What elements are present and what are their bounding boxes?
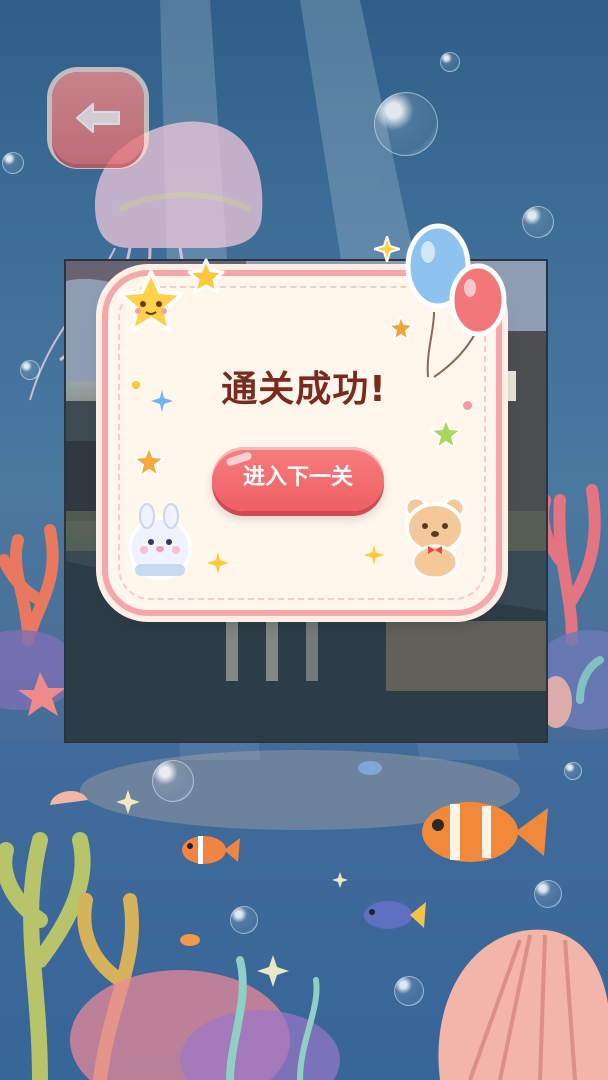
bubble [394, 976, 424, 1006]
star-icon [430, 418, 462, 450]
bubble [534, 880, 562, 908]
balloon-icon [405, 223, 507, 378]
bunny-sticker-icon [128, 503, 192, 580]
back-button[interactable] [52, 72, 144, 164]
bubble [2, 152, 24, 174]
bubble [230, 906, 258, 934]
dialog-title: 通关成功! [221, 369, 387, 410]
sparkle-icon [207, 552, 229, 574]
star-icon [187, 258, 225, 294]
star-icon [118, 270, 184, 333]
bubble [564, 762, 582, 780]
sparkle-icon [374, 236, 400, 262]
sparkle-icon [364, 545, 384, 565]
star-icon [133, 446, 165, 478]
bubble [152, 760, 194, 802]
next-level-button[interactable]: 进入下一关 [212, 447, 384, 511]
arrow-left-icon [76, 103, 120, 133]
bubble [374, 92, 438, 156]
bear-sticker-icon [404, 496, 466, 578]
bubble [440, 52, 460, 72]
next-level-label: 进入下一关 [242, 465, 353, 490]
bubble [522, 206, 554, 238]
game-screen: 通关成功! 进入下一关 [0, 0, 608, 1080]
